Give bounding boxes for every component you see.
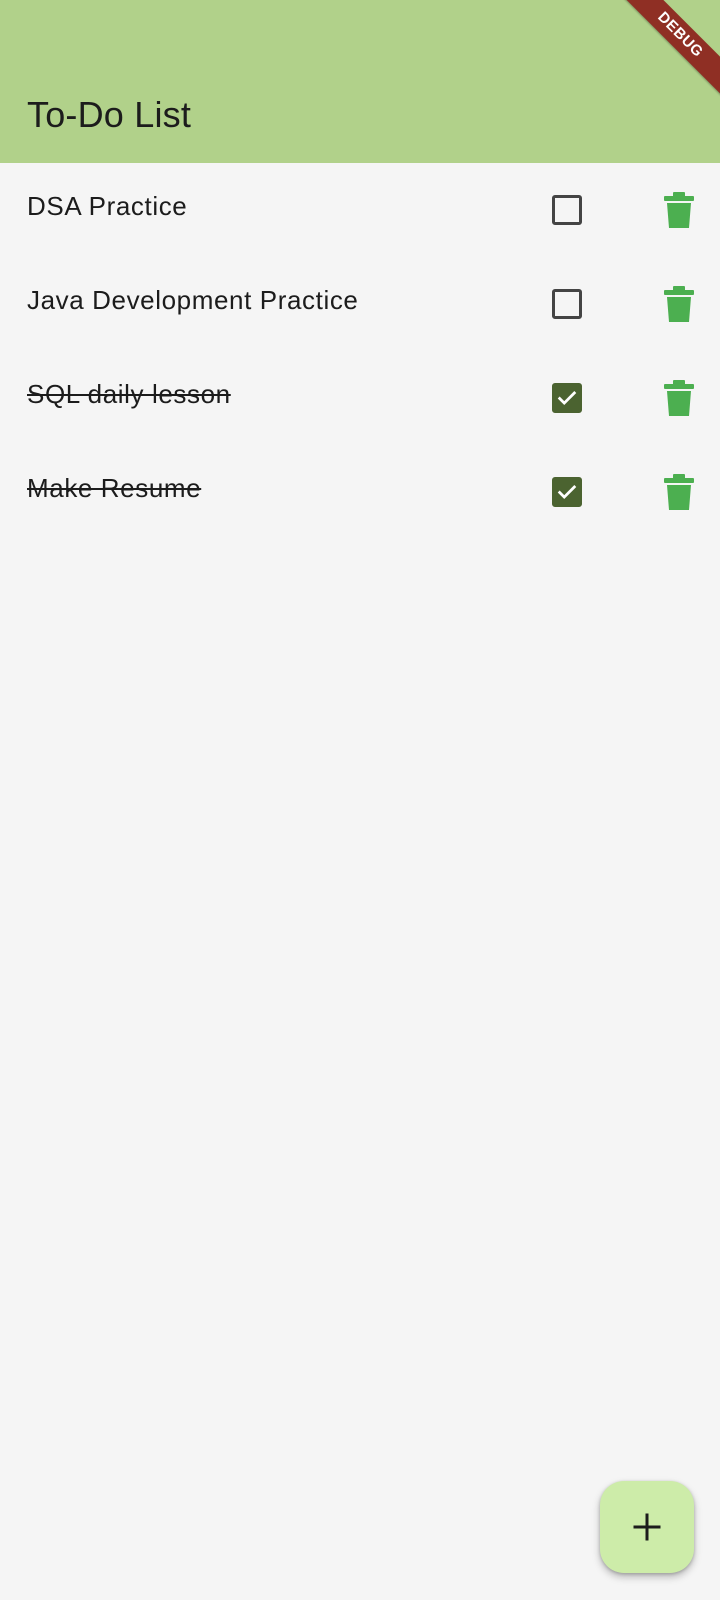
page-title: To-Do List [27,94,192,135]
todo-text: DSA Practice [27,191,188,221]
app-screen: To-Do List DEBUG DSA Practice Java Devel… [0,0,720,1600]
todo-checkbox[interactable] [552,289,582,319]
todo-text: Make Resume [27,473,202,503]
todo-item: DSA Practice [0,163,720,257]
delete-button[interactable] [664,474,694,510]
check-icon [557,391,577,405]
todo-item: Make Resume [0,445,720,539]
plus-icon [633,1513,661,1541]
trash-icon [664,474,694,510]
delete-button[interactable] [664,380,694,416]
todo-item: Java Development Practice [0,257,720,351]
todo-checkbox[interactable] [552,477,582,507]
check-icon [557,485,577,499]
app-bar: To-Do List [0,0,720,163]
trash-icon [664,192,694,228]
todo-list: DSA Practice Java Development Practice S… [0,163,720,539]
delete-button[interactable] [664,192,694,228]
trash-icon [664,380,694,416]
todo-text: Java Development Practice [27,285,359,315]
todo-checkbox[interactable] [552,195,582,225]
add-todo-button[interactable] [600,1481,694,1573]
todo-checkbox[interactable] [552,383,582,413]
trash-icon [664,286,694,322]
todo-text: SQL daily lesson [27,379,231,409]
delete-button[interactable] [664,286,694,322]
todo-item: SQL daily lesson [0,351,720,445]
